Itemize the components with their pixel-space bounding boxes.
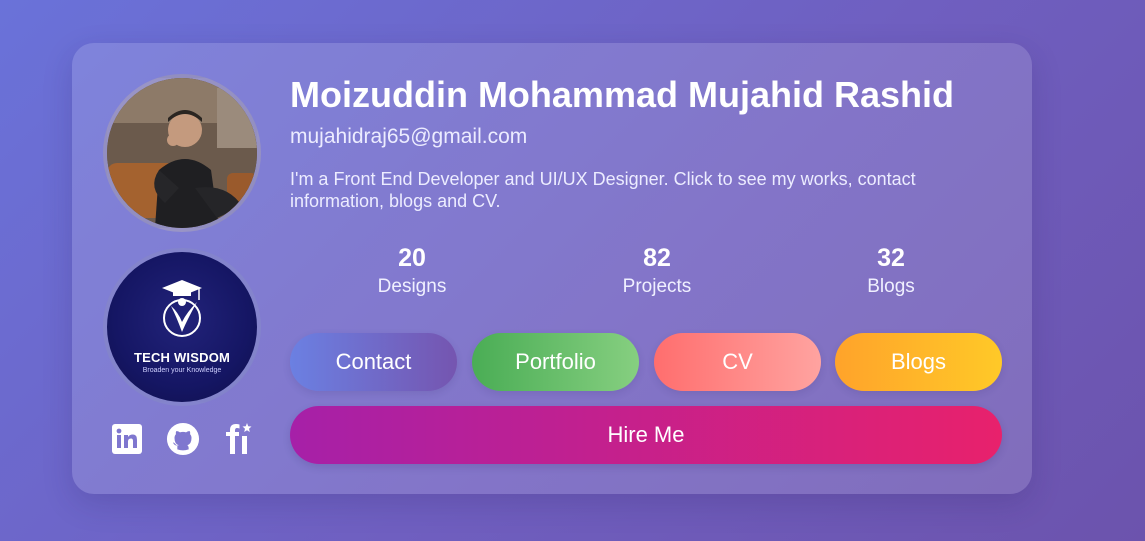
stat-label: Designs xyxy=(377,276,447,297)
stat-projects: 82 Projects xyxy=(567,241,747,299)
stat-blogs: 32 Blogs xyxy=(801,241,981,299)
hire-me-button[interactable]: Hire Me xyxy=(290,406,1002,464)
stat-designs: 20 Designs xyxy=(322,241,502,299)
github-icon[interactable] xyxy=(166,422,200,456)
tech-wisdom-logo[interactable]: TECH WISDOM Broaden your Knowledge xyxy=(103,248,261,406)
stat-value: 82 xyxy=(643,244,671,272)
stats-row: 20 Designs 82 Projects 32 Blogs xyxy=(290,241,1002,305)
stat-label: Blogs xyxy=(867,276,915,297)
profile-card: TECH WISDOM Broaden your Knowledge Moizu… xyxy=(72,43,1032,494)
stat-label: Projects xyxy=(622,276,692,297)
linkedin-icon[interactable] xyxy=(110,422,144,456)
logo-title: TECH WISDOM xyxy=(133,350,231,365)
profile-bio: I'm a Front End Developer and UI/UX Desi… xyxy=(290,169,916,211)
contact-button[interactable]: Contact xyxy=(290,333,457,391)
blogs-button[interactable]: Blogs xyxy=(835,333,1002,391)
logo-tagline: Broaden your Knowledge xyxy=(142,367,222,374)
profile-email: mujahidraj65@gmail.com xyxy=(290,125,528,148)
profile-name: Moizuddin Mohammad Mujahid Rashid xyxy=(290,74,954,115)
stat-value: 32 xyxy=(877,244,905,272)
stat-value: 20 xyxy=(398,244,426,272)
portfolio-button[interactable]: Portfolio xyxy=(472,333,639,391)
fi-profile-icon[interactable] xyxy=(221,422,255,456)
profile-avatar xyxy=(103,74,261,232)
profile-photo xyxy=(107,78,257,228)
cv-button[interactable]: CV xyxy=(654,333,821,391)
social-links xyxy=(110,421,255,457)
action-buttons: Contact Portfolio CV Blogs xyxy=(290,333,1002,391)
graduate-logo-icon xyxy=(162,280,202,337)
